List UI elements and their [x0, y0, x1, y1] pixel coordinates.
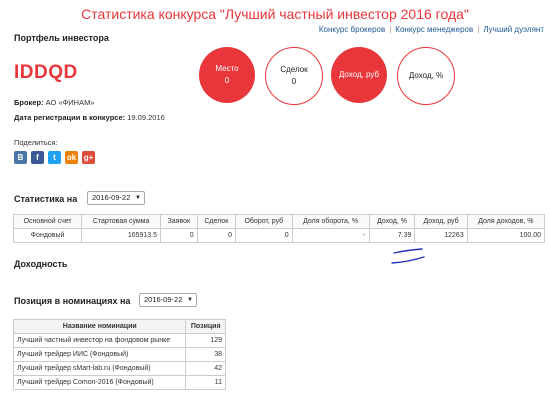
- col-income-rub: Доход, руб: [414, 214, 468, 229]
- link-best-duelist[interactable]: Лучший дуэлянт: [483, 25, 544, 34]
- nominations-table: Название номинации Позиция Лучший частны…: [12, 319, 226, 390]
- stats-date-select[interactable]: 2016-09-22 ▼: [87, 191, 145, 205]
- stats-table: Основной счет Стартовая сумма Заявок Сде…: [12, 214, 546, 243]
- col-orders: Заявок: [160, 214, 198, 229]
- cell-income-rub: 12263: [414, 228, 468, 243]
- nomination-name: Лучший трейдер sMart-lab.ru (Фондовый): [12, 361, 187, 376]
- share-label: Поделиться:: [14, 138, 58, 147]
- cell-turnover: 0: [234, 228, 293, 243]
- col-income-share: Доля доходов, %: [466, 214, 546, 229]
- yield-heading: Доходность: [14, 259, 68, 269]
- table-row: Лучший трейдер ИИС (Фондовый) 38: [12, 347, 226, 362]
- broker-value: АО «ФИНАМ»: [45, 98, 95, 107]
- google-plus-icon[interactable]: g+: [82, 151, 95, 164]
- table-row: Лучший частный инвестор на фондовом рынк…: [12, 333, 226, 348]
- table-row: Лучший трейдер sMart-lab.ru (Фондовый) 4…: [12, 361, 226, 376]
- cell-income-share: 100.00: [466, 228, 546, 243]
- stats-date-value: 2016-09-22: [92, 193, 131, 202]
- cell-start-sum: 165913.5: [81, 228, 162, 243]
- cell-account: Фондовый: [12, 228, 83, 243]
- cell-deals: 0: [196, 228, 236, 243]
- income-rub-label: Доход, руб: [338, 70, 380, 79]
- registration-line: Дата регистрации в конкурсе: 19.09.2016: [14, 113, 165, 122]
- facebook-icon[interactable]: f: [31, 151, 44, 164]
- deals-circle: Сделок 0: [265, 47, 323, 105]
- registration-label: Дата регистрации в конкурсе:: [14, 113, 126, 122]
- nomination-position: 11: [185, 375, 226, 390]
- nominations-date-select[interactable]: 2016-09-22 ▼: [139, 293, 197, 307]
- table-row: Фондовый 165913.5 0 0 0 - 7.39 12263 100…: [12, 228, 546, 243]
- col-position: Позиция: [185, 319, 226, 334]
- col-deals: Сделок: [196, 214, 236, 229]
- portfolio-heading: Портфель инвестора: [14, 33, 109, 43]
- handwritten-annotation: [391, 248, 425, 264]
- top-links: Конкурс брокеров | Конкурс менеджеров | Лучш…: [318, 25, 544, 34]
- nominations-date-value: 2016-09-22: [144, 295, 183, 304]
- page-title: Статистика конкурса "Лучший частный инве…: [81, 6, 469, 22]
- chevron-down-icon: ▼: [135, 195, 141, 201]
- stats-header-row: Основной счет Стартовая сумма Заявок Сде…: [12, 214, 546, 229]
- col-nomination-name: Название номинации: [12, 319, 187, 334]
- nominations-header-row: Название номинации Позиция: [12, 319, 226, 334]
- chevron-down-icon: ▼: [187, 297, 193, 303]
- col-income-pct: Доход, %: [368, 214, 416, 229]
- vk-icon[interactable]: B: [14, 151, 27, 164]
- nomination-position: 42: [185, 361, 226, 376]
- broker-line: Брокер: АО «ФИНАМ»: [14, 98, 95, 107]
- nomination-name: Лучший трейдер ИИС (Фондовый): [12, 347, 187, 362]
- col-start-sum: Стартовая сумма: [81, 214, 162, 229]
- col-turnover-share: Доля оборота, %: [291, 214, 370, 229]
- nomination-name: Лучший трейдер Comon-2016 (Фондовый): [12, 375, 187, 390]
- registration-value: 19.09.2016: [127, 113, 165, 122]
- table-row: Лучший трейдер Comon-2016 (Фондовый) 11: [12, 375, 226, 390]
- nomination-position: 129: [185, 333, 226, 348]
- deals-label: Сделок: [280, 65, 308, 74]
- odnoklassniki-icon[interactable]: ok: [65, 151, 78, 164]
- place-circle: Место 0: [199, 47, 255, 103]
- place-value: 0: [224, 76, 230, 85]
- nomination-name: Лучший частный инвестор на фондовом рынк…: [12, 333, 187, 348]
- cell-turnover-share: -: [291, 228, 370, 243]
- col-main-account: Основной счет: [12, 214, 83, 229]
- income-pct-circle: Доход, %: [397, 47, 455, 105]
- deals-value: 0: [291, 77, 297, 86]
- link-manager-contest[interactable]: Конкурс менеджеров: [395, 25, 473, 34]
- col-turnover: Оборот, руб: [234, 214, 293, 229]
- nomination-position: 38: [185, 347, 226, 362]
- cell-orders: 0: [160, 228, 198, 243]
- portfolio-ticker: IDDQD: [14, 62, 78, 83]
- nominations-heading: Позиция в номинациях на: [14, 296, 131, 306]
- twitter-icon[interactable]: t: [48, 151, 61, 164]
- cell-income-pct: 7.39: [368, 228, 416, 243]
- broker-label: Брокер:: [14, 98, 44, 107]
- income-pct-label: Доход, %: [408, 71, 444, 80]
- link-broker-contest[interactable]: Конкурс брокеров: [319, 25, 385, 34]
- income-rub-circle: Доход, руб: [331, 47, 387, 103]
- stats-heading: Статистика на: [14, 194, 78, 204]
- place-label: Место: [215, 64, 239, 73]
